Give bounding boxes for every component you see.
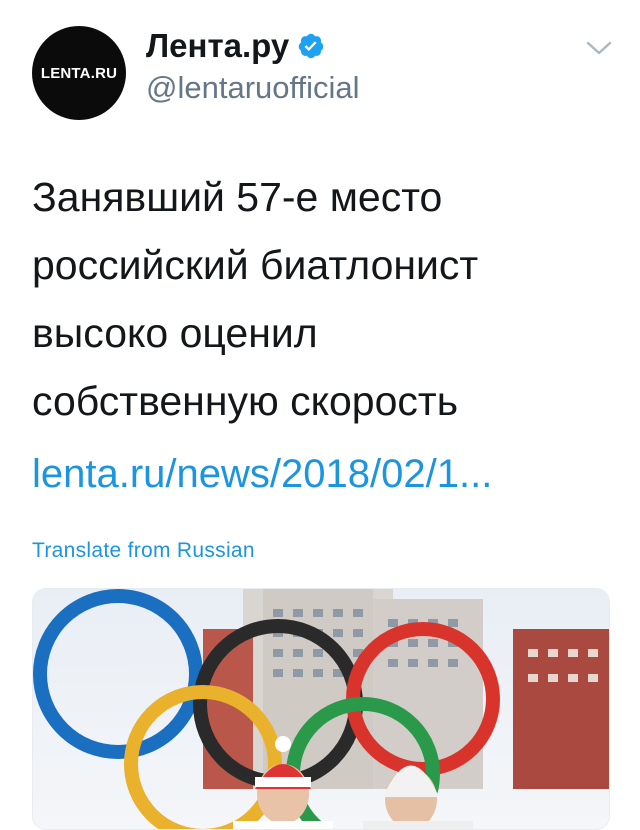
- tweet-text: Занявший 57-е место российский биатлонис…: [32, 163, 592, 435]
- tweet-link[interactable]: lenta.ru/news/2018/02/1...: [32, 450, 492, 498]
- display-name[interactable]: Лента.ру: [146, 28, 289, 64]
- tweet-card: LENTA.RU Лента.ру @lentaruofficial Заняв…: [0, 0, 640, 830]
- translate-link[interactable]: Translate from Russian: [32, 539, 255, 563]
- tweet-text-line: собственную скорость: [32, 378, 459, 424]
- tweet-text-line: Занявший 57-е место: [32, 174, 443, 220]
- chevron-down-icon[interactable]: [584, 38, 614, 58]
- avatar-logo-text: LENTA.RU: [40, 64, 118, 82]
- verified-badge-icon: [298, 33, 324, 59]
- avatar[interactable]: LENTA.RU: [32, 26, 126, 120]
- author-name-row: Лента.ру: [146, 28, 325, 64]
- tweet-text-line: российский биатлонист: [32, 242, 479, 288]
- olympic-rings-photo: [33, 589, 609, 829]
- tweet-text-line: высоко оценил: [32, 310, 318, 356]
- tweet-media-photo[interactable]: [32, 588, 610, 830]
- user-handle[interactable]: @lentaruofficial: [146, 70, 360, 106]
